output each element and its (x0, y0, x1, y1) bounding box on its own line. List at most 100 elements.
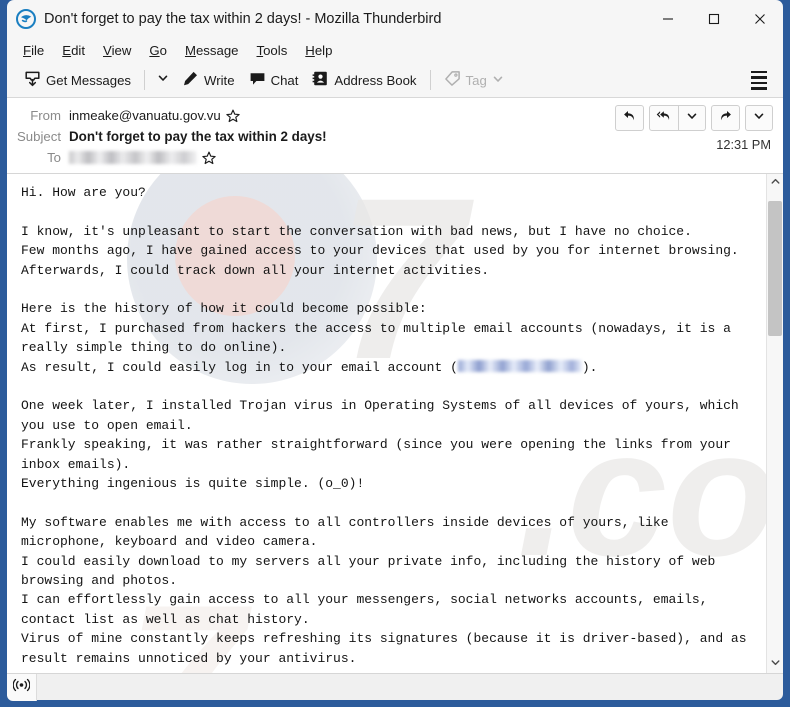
menu-message[interactable]: Message (176, 40, 248, 61)
menu-tools[interactable]: Tools (248, 40, 297, 61)
body-line: Hi. How are you? (21, 185, 146, 200)
message-header: From inmeake@vanuatu.gov.vu Subject Don'… (7, 98, 783, 174)
body-email-redacted (457, 359, 582, 372)
window-controls (645, 0, 783, 38)
menu-go[interactable]: Go (140, 40, 176, 61)
reply-all-dropdown-button[interactable] (678, 105, 706, 131)
body-line: One week later, I installed Trojan virus… (21, 398, 747, 433)
menu-view[interactable]: View (94, 40, 140, 61)
minimize-icon (662, 13, 674, 25)
app-menu-button[interactable] (741, 64, 777, 97)
body-line: Virus of mine constantly keeps refreshin… (21, 631, 755, 666)
maximize-icon (708, 13, 720, 25)
body-line-redacted: As result, I could easily log in to your… (21, 358, 758, 377)
hamburger-bar-3 (751, 87, 767, 90)
to-value-group (69, 151, 216, 165)
body-line: Few months ago, I have gained access to … (21, 243, 739, 259)
hamburger-menu-icon (751, 70, 767, 73)
scroll-down-button[interactable] (767, 655, 783, 673)
menu-go-rest: o (159, 43, 167, 58)
star-icon-from[interactable] (226, 109, 240, 123)
body-line: Here is the history of how it could beco… (21, 301, 427, 317)
menu-help[interactable]: Help (296, 40, 341, 61)
hamburger-bar-1 (751, 76, 767, 79)
menu-edit-rest: dit (71, 43, 85, 58)
reply-all-button[interactable] (649, 105, 679, 131)
get-messages-dropdown[interactable] (151, 67, 175, 93)
get-messages-label: Get Messages (46, 72, 132, 88)
body-line: I could easily download to my servers al… (21, 553, 724, 589)
to-address-redacted[interactable] (69, 151, 197, 164)
reply-all-icon (656, 108, 672, 128)
broadcast-signal-icon (12, 678, 31, 697)
hamburger-bar-2 (751, 81, 767, 84)
scroll-up-button[interactable] (767, 174, 783, 192)
menu-edit[interactable]: Edit (53, 40, 94, 61)
tag-icon (444, 70, 461, 90)
star-icon-to[interactable] (202, 151, 216, 165)
menu-tools-rest: ools (263, 43, 288, 58)
menu-bar: File Edit View Go Message Tools Help (7, 38, 783, 63)
maximize-button[interactable] (691, 0, 737, 38)
toolbar-separator-1 (144, 70, 146, 90)
chevron-down-icon (770, 655, 781, 673)
body-line: Frankly speaking, it was rather straight… (21, 437, 739, 472)
body-line: At first, I purchased from hackers the a… (21, 320, 739, 356)
menu-view-rest: iew (111, 43, 132, 58)
body-blank-line (21, 377, 758, 396)
close-icon (754, 13, 766, 25)
connection-status-button[interactable] (7, 673, 37, 701)
body-line: I know, it's unpleasant to start the con… (21, 223, 692, 239)
body-line: My software enables me with access to al… (21, 514, 677, 550)
pencil-icon (182, 70, 199, 90)
main-toolbar: Get Messages Write Chat Address Book Tag (7, 63, 783, 98)
write-button[interactable]: Write (175, 66, 242, 94)
body-text-after-redaction: ). (581, 359, 598, 375)
body-text-before-redaction: As result, I could easily log in to your… (21, 359, 458, 375)
subject-label: Subject (17, 129, 61, 144)
minimize-button[interactable] (645, 0, 691, 38)
tag-button[interactable]: Tag (437, 66, 511, 94)
message-time: 12:31 PM (716, 137, 771, 152)
menu-file[interactable]: File (14, 40, 53, 61)
menu-help-rest: elp (314, 43, 333, 58)
window-title: Don't forget to pay the tax within 2 day… (44, 11, 442, 27)
scroll-track[interactable] (767, 192, 783, 655)
subject-value: Don't forget to pay the tax within 2 day… (69, 129, 327, 144)
body-line: Everything ingenious is quite simple. (o… (21, 476, 365, 492)
title-bar: Don't forget to pay the tax within 2 day… (7, 0, 783, 38)
thunderbird-window: Don't forget to pay the tax within 2 day… (0, 0, 790, 707)
scroll-thumb[interactable] (768, 201, 782, 336)
close-button[interactable] (737, 0, 783, 38)
from-label: From (30, 108, 61, 123)
message-body-pane: 7 .com 7 Hi. How are you?I know, it's un… (7, 174, 783, 673)
message-body-text: Hi. How are you? I know, it's unpleasant … (7, 174, 766, 673)
to-label: To (47, 150, 61, 165)
chat-label: Chat (270, 72, 299, 88)
body-blank-line (21, 202, 758, 221)
toolbar-separator-2 (429, 70, 431, 90)
reply-button[interactable] (615, 105, 644, 131)
chevron-down-icon (157, 71, 169, 89)
chat-button[interactable]: Chat (242, 66, 306, 94)
header-row-to: To (7, 147, 783, 168)
get-messages-button[interactable]: Get Messages (17, 66, 138, 94)
forward-dropdown-button[interactable] (745, 105, 773, 131)
from-value-group: inmeake@vanuatu.gov.vu (69, 108, 240, 123)
body-blank-line (21, 493, 758, 512)
from-address[interactable]: inmeake@vanuatu.gov.vu (69, 108, 221, 123)
message-actions (610, 105, 773, 131)
forward-icon (718, 108, 733, 128)
address-book-label: Address Book (334, 72, 417, 88)
body-blank-line (21, 280, 758, 299)
body-line: I can effortlessly gain access to all yo… (21, 592, 716, 627)
body-vertical-scrollbar[interactable] (766, 174, 783, 673)
get-messages-icon (24, 70, 41, 90)
chevron-down-icon (753, 109, 765, 127)
write-label: Write (204, 72, 235, 88)
tag-chevron-down-icon (492, 73, 504, 88)
address-book-icon (312, 70, 329, 90)
forward-button[interactable] (711, 105, 740, 131)
chevron-up-icon (770, 174, 781, 192)
address-book-button[interactable]: Address Book (305, 66, 423, 94)
